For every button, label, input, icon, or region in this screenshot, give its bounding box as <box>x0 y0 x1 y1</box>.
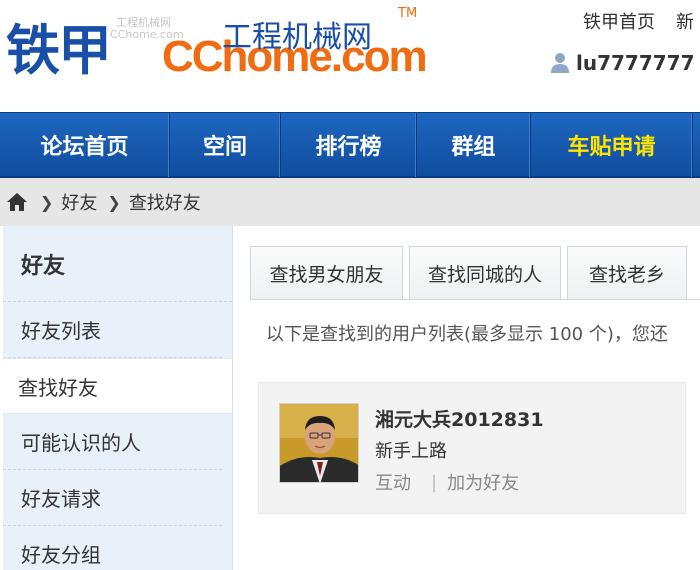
user-info[interactable]: lu7777777 <box>550 50 695 76</box>
chevron-right-icon: ❯ <box>107 192 121 212</box>
sidebar-item-friend-list[interactable]: 好友列表 <box>3 302 222 358</box>
add-friend-link[interactable]: 加为好友 <box>447 469 519 495</box>
sidebar: 好友 好友列表 查找好友 可能认识的人 好友请求 好友分组 <box>3 226 233 570</box>
nav-item-space[interactable]: 空间 <box>170 113 281 177</box>
site-header: 铁甲 CChome.com 工程机械网 TM 工程机械网 CChome.com … <box>0 0 700 112</box>
chevron-right-icon: ❯ <box>40 192 54 212</box>
main-content: 查找男女朋友 查找同城的人 查找老乡 以下是查找到的用户列表(最多显示 100 … <box>240 226 700 570</box>
main-nav: 论坛首页 空间 排行榜 群组 车贴申请 <box>0 112 700 178</box>
sidebar-title: 好友 <box>3 226 232 302</box>
breadcrumb-find-friends[interactable]: 查找好友 <box>129 189 201 215</box>
top-link-new[interactable]: 新 <box>676 8 694 34</box>
sidebar-item-find-friends[interactable]: 查找好友 <box>3 358 232 414</box>
user-icon <box>551 53 569 73</box>
logo-chinese: 铁甲 <box>6 19 112 82</box>
breadcrumb-friends[interactable]: 好友 <box>61 189 97 215</box>
tab-find-partner[interactable]: 查找男女朋友 <box>250 246 403 300</box>
sidebar-item-friend-requests[interactable]: 好友请求 <box>3 470 222 526</box>
logo-tagline: 工程机械网 <box>222 20 372 55</box>
sidebar-item-friend-groups[interactable]: 好友分组 <box>3 526 222 570</box>
tab-find-hometown[interactable]: 查找老乡 <box>567 246 687 300</box>
sidebar-item-people-you-may-know[interactable]: 可能认识的人 <box>3 414 222 470</box>
site-logo[interactable]: 铁甲 CChome.com 工程机械网 TM 工程机械网 CChome.com <box>4 6 428 86</box>
nav-item-groups[interactable]: 群组 <box>417 113 531 177</box>
search-tabs: 查找男女朋友 查找同城的人 查找老乡 <box>250 246 693 300</box>
watermark-domain: CChome.com <box>110 28 184 41</box>
nav-item-ranking[interactable]: 排行榜 <box>281 113 417 177</box>
avatar-image <box>280 404 358 482</box>
result-actions: 互动 | 加为好友 <box>375 469 519 495</box>
logo-trademark: TM <box>398 6 418 21</box>
result-user-level: 新手上路 <box>375 441 447 462</box>
tab-find-same-city[interactable]: 查找同城的人 <box>409 246 561 300</box>
result-username[interactable]: 湘元大兵2012831 <box>375 405 544 432</box>
breadcrumb: ❯ 好友 ❯ 查找好友 <box>0 178 700 226</box>
nav-item-sticker-apply[interactable]: 车贴申请 <box>531 113 693 177</box>
nav-item-forum-home[interactable]: 论坛首页 <box>0 113 170 177</box>
top-link-home[interactable]: 铁甲首页 <box>583 8 655 34</box>
user-card: 湘元大兵2012831 新手上路 互动 | 加为好友 <box>258 382 686 514</box>
interact-link[interactable]: 互动 <box>375 469 411 495</box>
tabs-divider <box>250 299 700 300</box>
avatar[interactable] <box>279 403 359 483</box>
username: lu7777777 <box>576 51 695 75</box>
page: 铁甲 CChome.com 工程机械网 TM 工程机械网 CChome.com … <box>0 0 700 570</box>
result-description: 以下是查找到的用户列表(最多显示 100 个)，您还 <box>266 324 668 345</box>
home-icon[interactable] <box>6 192 28 212</box>
action-divider: | <box>431 471 438 493</box>
